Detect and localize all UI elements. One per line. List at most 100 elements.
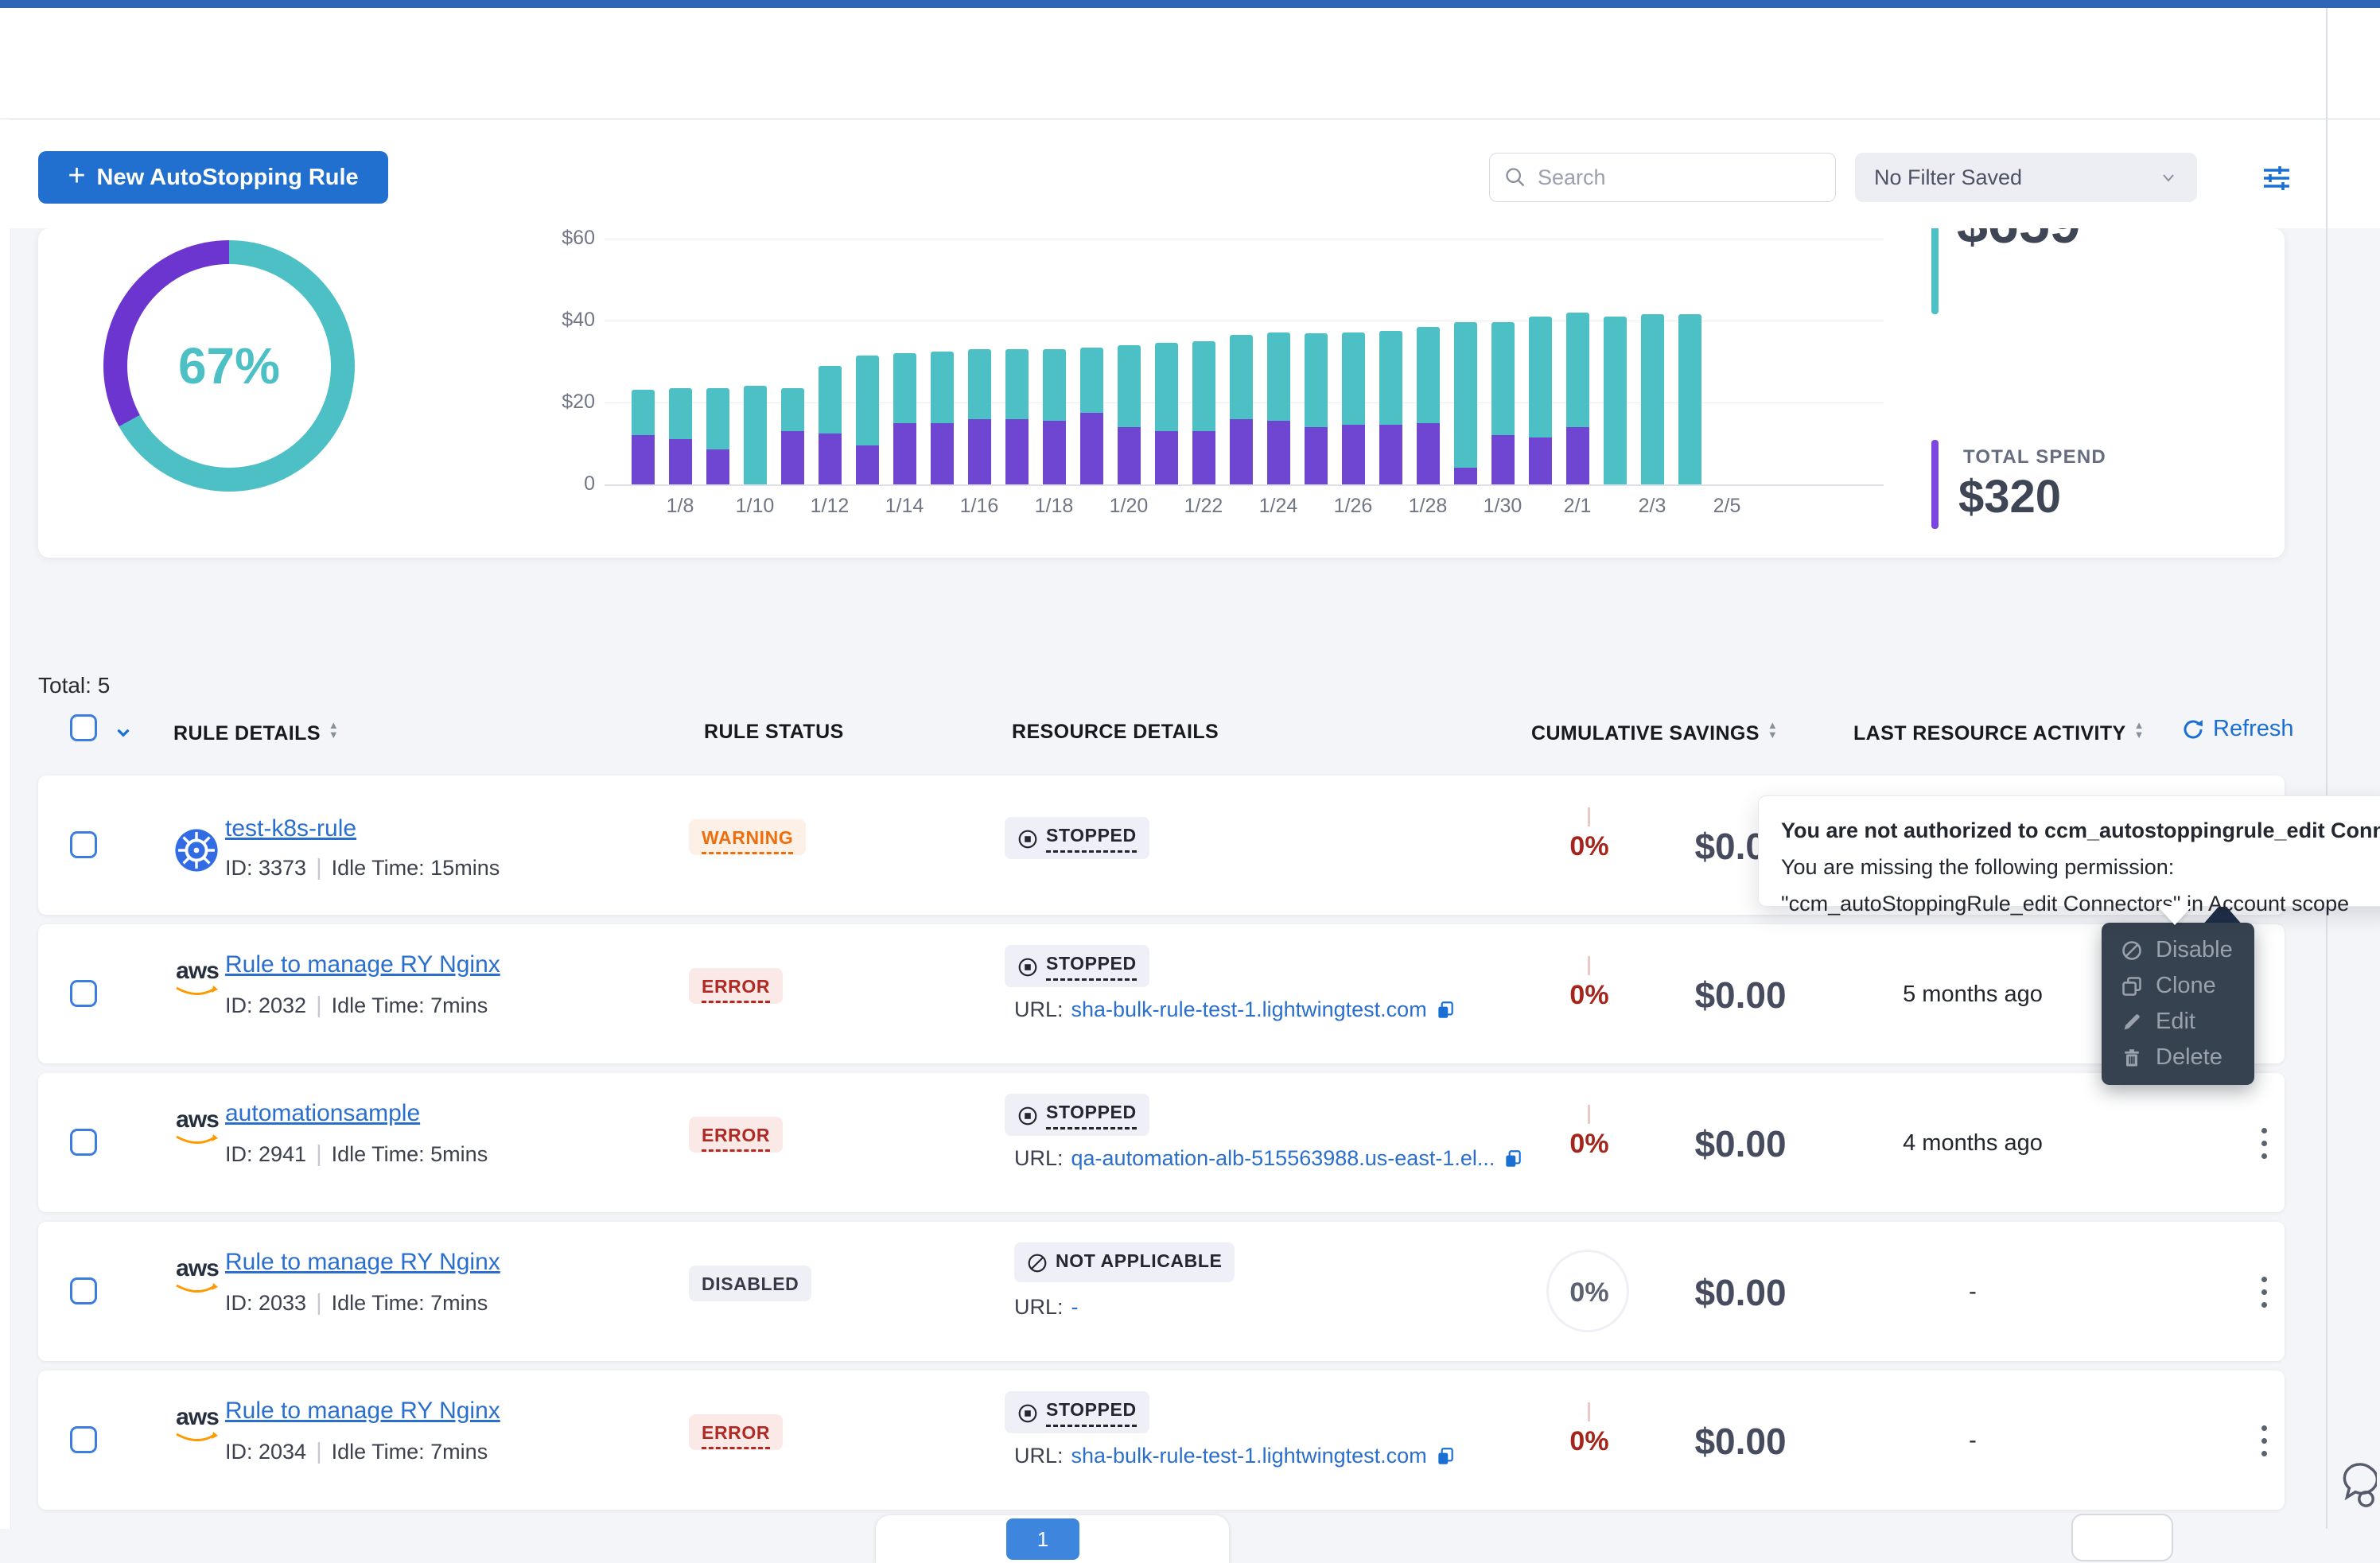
copy-icon[interactable]	[1435, 1446, 1456, 1467]
row-actions-menu-button[interactable]	[2248, 1260, 2280, 1324]
x-axis-tick: 1/24	[1242, 495, 1314, 518]
rule-name-link[interactable]: Rule to manage RY Nginx	[225, 951, 500, 978]
plus-icon: +	[68, 159, 85, 193]
resource-state-badge[interactable]: STOPPED	[1005, 1094, 1149, 1136]
refresh-button[interactable]: Refresh	[2181, 716, 2294, 742]
pagination-bar[interactable]: 1	[876, 1515, 1229, 1563]
rule-meta: ID: 2033|Idle Time: 7mins	[225, 1290, 488, 1316]
resource-state-badge[interactable]: STOPPED	[1005, 1391, 1149, 1433]
y-axis-tick: $40	[531, 309, 595, 332]
permission-tooltip: You are not authorized to ccm_autostoppi…	[1758, 795, 2380, 907]
table-row[interactable]: aws Rule to manage RY Nginx ID: 2034|Idl…	[38, 1371, 2285, 1510]
collapsed-sidebar-edge	[0, 8, 11, 1529]
savings-percent: 0%	[1542, 1426, 1637, 1457]
not-applicable-icon	[1027, 1253, 1048, 1273]
resource-url-link[interactable]: sha-bulk-rule-test-1.lightwingtest.com	[1071, 1444, 1427, 1468]
col-last-resource-activity[interactable]: LAST RESOURCE ACTIVITY▲▼	[1853, 721, 2145, 745]
rule-meta: ID: 3373|Idle Time: 15mins	[225, 855, 500, 881]
bar-spend	[1267, 421, 1290, 484]
rule-name-link[interactable]: automationsample	[225, 1100, 420, 1127]
bar-spend	[1379, 425, 1402, 484]
rule-name-link[interactable]: Rule to manage RY Nginx	[225, 1398, 500, 1425]
table-row[interactable]: aws Rule to manage RY Nginx ID: 2033|Idl…	[38, 1222, 2285, 1361]
row-actions-menu-button[interactable]	[2248, 1111, 2280, 1175]
bar-savings	[1604, 317, 1627, 484]
menu-item-disable[interactable]: Disable	[2102, 932, 2254, 968]
row-actions-menu-button[interactable]	[2248, 1409, 2280, 1472]
bottom-help-button[interactable]	[2071, 1514, 2173, 1561]
bar-spend	[856, 445, 879, 484]
status-badge-error[interactable]: ERROR	[689, 968, 783, 1004]
table-row[interactable]: aws automationsample ID: 2941|Idle Time:…	[38, 1073, 2285, 1212]
savings-amount: $0.00	[1653, 1271, 1828, 1314]
copy-icon[interactable]	[1435, 1000, 1456, 1021]
x-axis-tick: 1/10	[719, 495, 791, 518]
bar-savings	[1529, 317, 1552, 437]
row-checkbox[interactable]	[70, 980, 97, 1007]
kubernetes-icon	[173, 827, 221, 873]
col-cumulative-savings[interactable]: CUMULATIVE SAVINGS▲▼	[1531, 721, 1778, 745]
select-all-checkbox[interactable]	[70, 714, 97, 741]
search-box[interactable]	[1489, 153, 1836, 202]
row-checkbox[interactable]	[70, 1129, 97, 1156]
new-autostopping-rule-button[interactable]: + New AutoStopping Rule	[38, 151, 388, 204]
bar-spend	[1192, 431, 1215, 484]
resource-state-badge[interactable]: NOT APPLICABLE	[1014, 1242, 1235, 1282]
resource-url-link[interactable]: qa-automation-alb-515563988.us-east-1.el…	[1071, 1146, 1495, 1171]
select-menu-chevron-icon[interactable]	[111, 722, 135, 743]
delete-icon	[2121, 1047, 2143, 1069]
x-axis-tick: 2/5	[1691, 495, 1763, 518]
aws-icon: aws	[173, 1404, 221, 1444]
saved-filter-dropdown[interactable]: No Filter Saved	[1855, 153, 2197, 202]
rule-meta: ID: 2032|Idle Time: 7mins	[225, 993, 488, 1019]
stopped-icon	[1017, 1106, 1038, 1126]
status-badge-disabled[interactable]: DISABLED	[689, 1266, 811, 1301]
total-count: Total: 5	[38, 673, 110, 698]
chat-bubble-icon[interactable]	[2334, 1462, 2377, 1511]
menu-item-edit[interactable]: Edit	[2102, 1004, 2254, 1040]
copy-icon[interactable]	[1503, 1149, 1523, 1169]
resource-url-link[interactable]: sha-bulk-rule-test-1.lightwingtest.com	[1071, 997, 1427, 1022]
rule-name-link[interactable]: Rule to manage RY Nginx	[225, 1249, 500, 1276]
bar-spend	[1043, 421, 1066, 484]
y-axis-tick: $60	[531, 228, 595, 250]
status-badge-error[interactable]: ERROR	[689, 1414, 783, 1450]
x-axis-tick: 1/28	[1392, 495, 1464, 518]
bar-savings	[706, 388, 729, 449]
row-checkbox[interactable]	[70, 831, 97, 858]
url-line: URL: sha-bulk-rule-test-1.lightwingtest.…	[1014, 1444, 1456, 1468]
summary-chart-card: 67% $60$40$200 1/81/101/121/141/161/181/…	[38, 228, 2285, 558]
resource-state-badge[interactable]: STOPPED	[1005, 945, 1149, 987]
row-checkbox[interactable]	[70, 1426, 97, 1453]
status-badge-warning[interactable]: WARNING	[689, 819, 806, 855]
col-rule-details[interactable]: RULE DETAILS▲▼	[173, 721, 339, 745]
aws-icon: aws	[173, 1255, 221, 1295]
stopped-icon	[1017, 829, 1038, 850]
savings-gauge-tick	[1588, 956, 1590, 975]
search-input[interactable]	[1538, 165, 1800, 190]
row-checkbox[interactable]	[70, 1277, 97, 1304]
resource-state-badge[interactable]: STOPPED	[1005, 817, 1149, 859]
bar-savings	[1230, 335, 1253, 419]
table-row[interactable]: aws Rule to manage RY Nginx ID: 2032|Idl…	[38, 924, 2285, 1063]
bar-spend	[706, 449, 729, 484]
bar-spend	[1417, 423, 1440, 484]
total-spend-marker	[1931, 440, 1939, 529]
bar-savings	[632, 390, 655, 435]
menu-item-delete[interactable]: Delete	[2102, 1040, 2254, 1075]
rule-name-link[interactable]: test-k8s-rule	[225, 815, 356, 842]
pagination-active-page[interactable]: 1	[1006, 1518, 1079, 1560]
resource-url-link[interactable]: -	[1071, 1295, 1079, 1320]
col-resource-details: RESOURCE DETAILS	[1012, 721, 1219, 744]
page-header	[0, 8, 2380, 119]
aws-icon: aws	[173, 958, 221, 997]
total-savings-value: $659	[1957, 228, 2081, 255]
x-axis-line	[605, 484, 1884, 486]
bar-savings	[1005, 349, 1029, 419]
bar-savings	[1043, 349, 1066, 421]
x-axis-tick: 1/20	[1093, 495, 1165, 518]
status-badge-error[interactable]: ERROR	[689, 1117, 783, 1153]
menu-item-clone[interactable]: Clone	[2102, 968, 2254, 1004]
filter-panel-button[interactable]	[2258, 159, 2296, 197]
bar-savings	[893, 353, 916, 423]
